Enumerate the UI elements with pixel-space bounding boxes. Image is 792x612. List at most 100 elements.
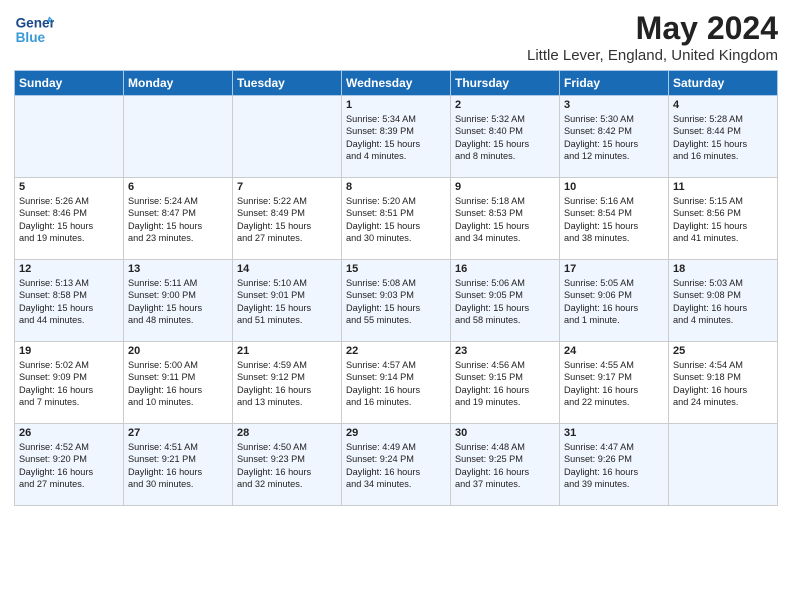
day-cell [15, 96, 124, 178]
day-cell: 8Sunrise: 5:20 AM Sunset: 8:51 PM Daylig… [342, 178, 451, 260]
day-cell: 3Sunrise: 5:30 AM Sunset: 8:42 PM Daylig… [560, 96, 669, 178]
day-cell: 12 Sunrise: 5:13 AM Sunset: 8:58 PM Dayli… [15, 260, 124, 342]
day-number: 26 [19, 427, 119, 439]
header: General Blue May 2024 Little Lever, Engl… [14, 10, 778, 64]
day-info: Sunrise: 5:02 AM Sunset: 9:09 PM Dayligh… [19, 359, 119, 409]
day-number: 12 [19, 263, 119, 275]
col-header-monday: Monday [124, 71, 233, 96]
day-info: Sunrise: 4:55 AM Sunset: 9:17 PM Dayligh… [564, 359, 664, 409]
day-info: Sunrise: 5:05 AM Sunset: 9:06 PM Dayligh… [564, 277, 664, 327]
day-number: 19 [19, 345, 119, 357]
day-cell: 27Sunrise: 4:51 AM Sunset: 9:21 PM Dayli… [124, 424, 233, 506]
day-cell: 6 Sunrise: 5:24 AM Sunset: 8:47 PM Daylig… [124, 178, 233, 260]
day-cell: 7 Sunrise: 5:22 AM Sunset: 8:49 PM Daylig… [233, 178, 342, 260]
col-header-thursday: Thursday [451, 71, 560, 96]
day-number: 24 [564, 345, 664, 357]
day-number: 17 [564, 263, 664, 275]
day-info: Sunrise: 5:32 AM Sunset: 8:40 PM Dayligh… [455, 113, 555, 163]
subtitle: Little Lever, England, United Kingdom [527, 47, 778, 64]
day-number: 4 [673, 99, 773, 111]
day-info: Sunrise: 4:50 AM Sunset: 9:23 PM Dayligh… [237, 441, 337, 491]
day-info: Sunrise: 4:56 AM Sunset: 9:15 PM Dayligh… [455, 359, 555, 409]
day-info: Sunrise: 5:16 AM Sunset: 8:54 PM Dayligh… [564, 195, 664, 245]
page: General Blue May 2024 Little Lever, Engl… [0, 0, 792, 612]
day-info: Sunrise: 5:18 AM Sunset: 8:53 PM Dayligh… [455, 195, 555, 245]
day-cell: 16Sunrise: 5:06 AM Sunset: 9:05 PM Dayli… [451, 260, 560, 342]
svg-text:General: General [16, 16, 54, 31]
day-cell: 28 Sunrise: 4:50 AM Sunset: 9:23 PM Dayli… [233, 424, 342, 506]
week-row-1: 1 Sunrise: 5:34 AM Sunset: 8:39 PM Daylig… [15, 96, 778, 178]
day-info: Sunrise: 5:34 AM Sunset: 8:39 PM Dayligh… [346, 113, 446, 163]
day-info: Sunrise: 5:22 AM Sunset: 8:49 PM Dayligh… [237, 195, 337, 245]
day-number: 23 [455, 345, 555, 357]
title-block: May 2024 Little Lever, England, United K… [527, 10, 778, 64]
day-info: Sunrise: 4:57 AM Sunset: 9:14 PM Dayligh… [346, 359, 446, 409]
day-info: Sunrise: 4:49 AM Sunset: 9:24 PM Dayligh… [346, 441, 446, 491]
day-number: 1 [346, 99, 446, 111]
day-number: 7 [237, 181, 337, 193]
day-cell: 9 Sunrise: 5:18 AM Sunset: 8:53 PM Daylig… [451, 178, 560, 260]
col-header-friday: Friday [560, 71, 669, 96]
day-cell: 20Sunrise: 5:00 AM Sunset: 9:11 PM Dayli… [124, 342, 233, 424]
day-number: 20 [128, 345, 228, 357]
day-number: 29 [346, 427, 446, 439]
day-number: 22 [346, 345, 446, 357]
day-cell: 15Sunrise: 5:08 AM Sunset: 9:03 PM Dayli… [342, 260, 451, 342]
day-cell: 2 Sunrise: 5:32 AM Sunset: 8:40 PM Daylig… [451, 96, 560, 178]
day-number: 5 [19, 181, 119, 193]
svg-text:Blue: Blue [16, 30, 46, 45]
day-number: 2 [455, 99, 555, 111]
day-cell: 5Sunrise: 5:26 AM Sunset: 8:46 PM Daylig… [15, 178, 124, 260]
day-info: Sunrise: 5:28 AM Sunset: 8:44 PM Dayligh… [673, 113, 773, 163]
day-info: Sunrise: 5:06 AM Sunset: 9:05 PM Dayligh… [455, 277, 555, 327]
day-cell: 25 Sunrise: 4:54 AM Sunset: 9:18 PM Dayli… [669, 342, 778, 424]
day-info: Sunrise: 5:24 AM Sunset: 8:47 PM Dayligh… [128, 195, 228, 245]
day-number: 18 [673, 263, 773, 275]
day-cell: 23 Sunrise: 4:56 AM Sunset: 9:15 PM Dayli… [451, 342, 560, 424]
day-info: Sunrise: 4:54 AM Sunset: 9:18 PM Dayligh… [673, 359, 773, 409]
logo: General Blue [14, 10, 54, 50]
day-number: 8 [346, 181, 446, 193]
calendar-table: SundayMondayTuesdayWednesdayThursdayFrid… [14, 70, 778, 506]
day-number: 25 [673, 345, 773, 357]
day-cell: 1 Sunrise: 5:34 AM Sunset: 8:39 PM Daylig… [342, 96, 451, 178]
day-cell [233, 96, 342, 178]
day-cell: 13Sunrise: 5:11 AM Sunset: 9:00 PM Dayli… [124, 260, 233, 342]
day-number: 15 [346, 263, 446, 275]
main-title: May 2024 [527, 10, 778, 47]
col-header-sunday: Sunday [15, 71, 124, 96]
day-number: 6 [128, 181, 228, 193]
day-number: 30 [455, 427, 555, 439]
header-row: SundayMondayTuesdayWednesdayThursdayFrid… [15, 71, 778, 96]
day-info: Sunrise: 5:03 AM Sunset: 9:08 PM Dayligh… [673, 277, 773, 327]
day-cell: 24 Sunrise: 4:55 AM Sunset: 9:17 PM Dayli… [560, 342, 669, 424]
day-info: Sunrise: 4:52 AM Sunset: 9:20 PM Dayligh… [19, 441, 119, 491]
day-info: Sunrise: 4:51 AM Sunset: 9:21 PM Dayligh… [128, 441, 228, 491]
day-cell [669, 424, 778, 506]
day-number: 10 [564, 181, 664, 193]
day-info: Sunrise: 4:47 AM Sunset: 9:26 PM Dayligh… [564, 441, 664, 491]
day-info: Sunrise: 5:10 AM Sunset: 9:01 PM Dayligh… [237, 277, 337, 327]
day-info: Sunrise: 5:15 AM Sunset: 8:56 PM Dayligh… [673, 195, 773, 245]
day-cell: 14 Sunrise: 5:10 AM Sunset: 9:01 PM Dayli… [233, 260, 342, 342]
day-cell: 29 Sunrise: 4:49 AM Sunset: 9:24 PM Dayli… [342, 424, 451, 506]
day-info: Sunrise: 5:13 AM Sunset: 8:58 PM Dayligh… [19, 277, 119, 327]
day-info: Sunrise: 4:59 AM Sunset: 9:12 PM Dayligh… [237, 359, 337, 409]
day-number: 9 [455, 181, 555, 193]
day-cell: 10 Sunrise: 5:16 AM Sunset: 8:54 PM Dayli… [560, 178, 669, 260]
day-cell: 21Sunrise: 4:59 AM Sunset: 9:12 PM Dayli… [233, 342, 342, 424]
day-number: 13 [128, 263, 228, 275]
day-number: 28 [237, 427, 337, 439]
week-row-4: 19 Sunrise: 5:02 AM Sunset: 9:09 PM Dayli… [15, 342, 778, 424]
col-header-saturday: Saturday [669, 71, 778, 96]
logo-icon: General Blue [14, 10, 54, 50]
col-header-tuesday: Tuesday [233, 71, 342, 96]
col-header-wednesday: Wednesday [342, 71, 451, 96]
week-row-3: 12 Sunrise: 5:13 AM Sunset: 8:58 PM Dayli… [15, 260, 778, 342]
day-cell: 11Sunrise: 5:15 AM Sunset: 8:56 PM Dayli… [669, 178, 778, 260]
day-cell: 19 Sunrise: 5:02 AM Sunset: 9:09 PM Dayli… [15, 342, 124, 424]
day-number: 14 [237, 263, 337, 275]
day-cell: 31Sunrise: 4:47 AM Sunset: 9:26 PM Dayli… [560, 424, 669, 506]
day-cell: 18 Sunrise: 5:03 AM Sunset: 9:08 PM Dayli… [669, 260, 778, 342]
day-cell: 17 Sunrise: 5:05 AM Sunset: 9:06 PM Dayli… [560, 260, 669, 342]
